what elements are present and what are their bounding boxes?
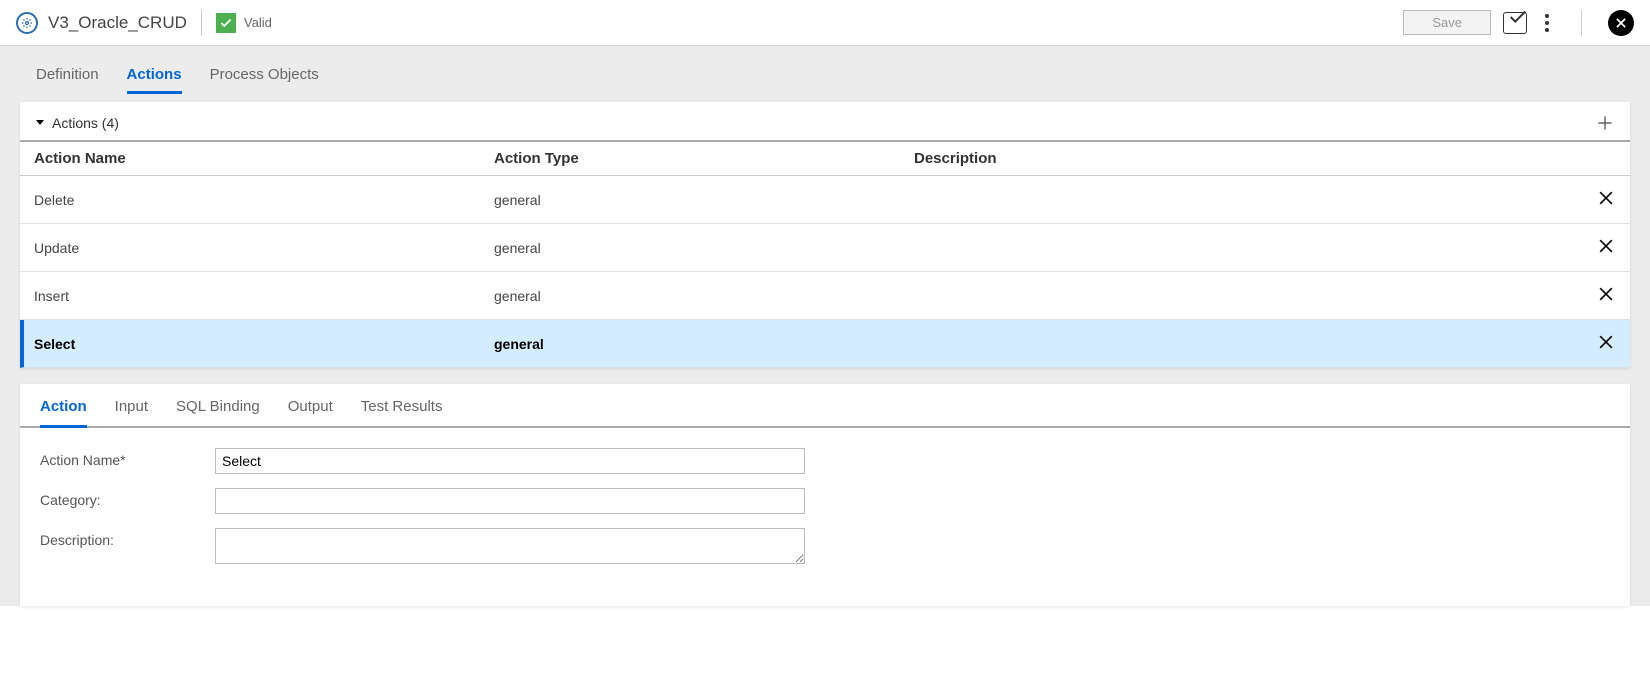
subtab-sql-binding[interactable]: SQL Binding [176,398,260,426]
table-header: Action Name Action Type Description [20,142,1630,176]
tab-actions[interactable]: Actions [127,66,182,94]
delete-row-button[interactable] [1576,284,1616,307]
cell-name: Insert [34,288,494,304]
cell-type: general [494,240,914,256]
tab-process-objects[interactable]: Process Objects [210,66,319,94]
valid-badge: Valid [216,13,272,33]
action-name-label: Action Name* [40,448,215,468]
delete-row-button[interactable] [1576,188,1616,211]
section-title: Actions (4) [52,115,119,131]
cell-name: Select [34,336,494,352]
category-input[interactable] [215,488,805,514]
save-button[interactable]: Save [1403,10,1491,35]
table-row[interactable]: Update general [20,224,1630,272]
actions-panel: Actions (4) Action Name Action Type Desc… [20,102,1630,368]
validate-button[interactable] [1503,12,1527,34]
delete-row-button[interactable] [1576,332,1616,355]
category-label: Category: [40,488,215,508]
check-icon [216,13,236,33]
cell-type: general [494,336,914,352]
collapse-caret-icon[interactable] [34,115,46,131]
more-menu-button[interactable] [1539,10,1555,36]
divider [201,10,202,36]
action-form: Action Name* Category: Description: [20,428,1630,598]
cell-name: Delete [34,192,494,208]
actions-section-header: Actions (4) [20,102,1630,142]
table-row[interactable]: Delete general [20,176,1630,224]
col-header-name: Action Name [34,150,494,167]
action-name-input[interactable] [215,448,805,474]
tab-definition[interactable]: Definition [36,66,99,94]
add-action-button[interactable] [1594,112,1616,134]
header-bar: V3_Oracle_CRUD Valid Save [0,0,1650,46]
top-tabs: Definition Actions Process Objects [0,46,1650,94]
close-button[interactable] [1608,10,1634,36]
table-row[interactable]: Select general [20,320,1630,368]
delete-row-button[interactable] [1576,236,1616,259]
table-row[interactable]: Insert general [20,272,1630,320]
description-label: Description: [40,528,215,548]
divider [1581,10,1582,36]
detail-panel: Action Input SQL Binding Output Test Res… [20,384,1630,606]
cell-type: general [494,288,914,304]
body-area: Definition Actions Process Objects Actio… [0,46,1650,606]
subtab-action[interactable]: Action [40,398,87,428]
page-title: V3_Oracle_CRUD [48,13,187,33]
subtab-test-results[interactable]: Test Results [361,398,443,426]
subtab-input[interactable]: Input [115,398,148,426]
valid-label: Valid [244,15,272,30]
detail-tabs: Action Input SQL Binding Output Test Res… [20,384,1630,428]
cell-name: Update [34,240,494,256]
cell-type: general [494,192,914,208]
col-header-type: Action Type [494,150,914,167]
col-header-desc: Description [914,150,1576,167]
subtab-output[interactable]: Output [288,398,333,426]
connector-icon [16,12,38,34]
description-input[interactable] [215,528,805,564]
